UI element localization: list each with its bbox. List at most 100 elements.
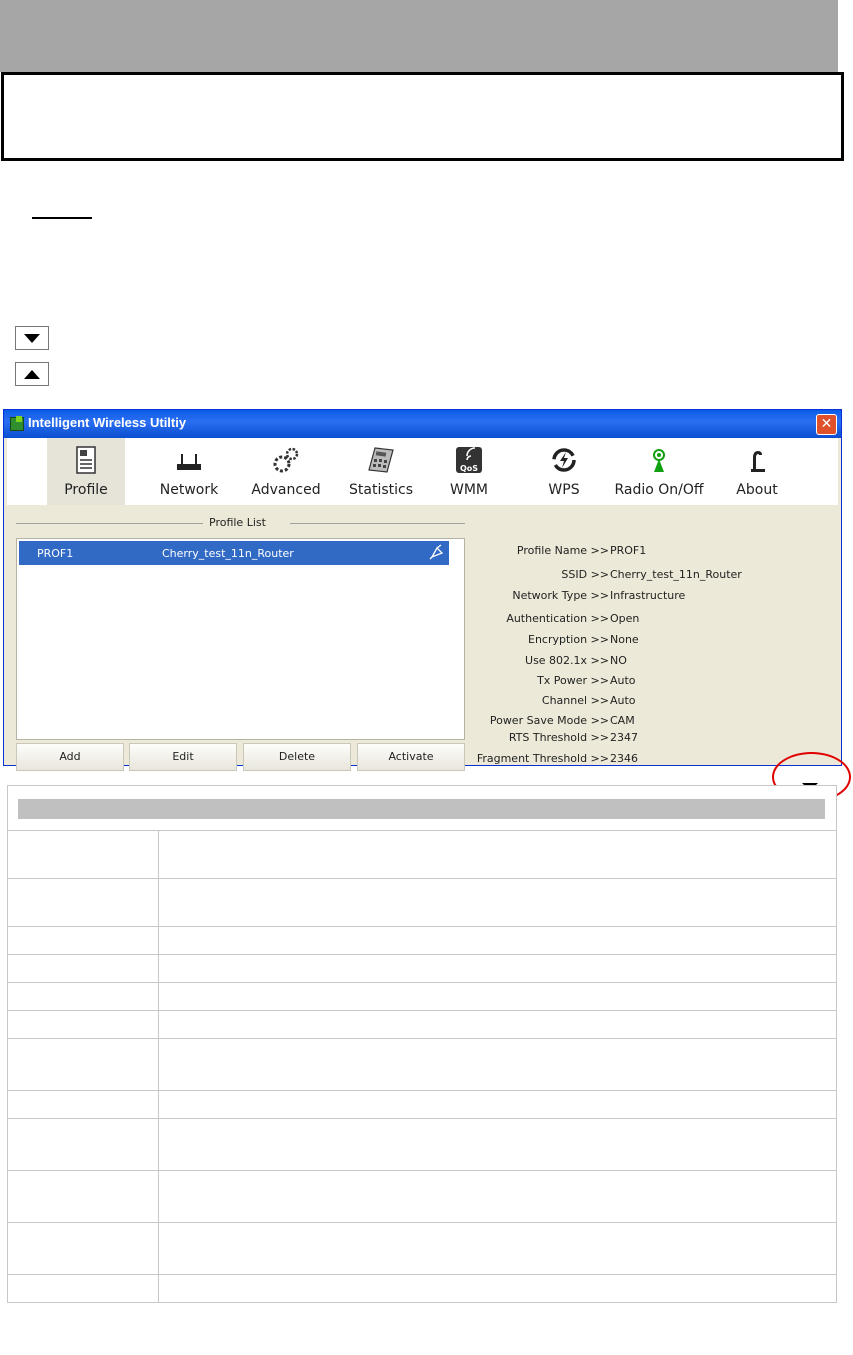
close-button[interactable]: ✕ (816, 414, 837, 435)
header-band (0, 0, 838, 72)
detail-label: Channel >> (541, 694, 609, 707)
delete-button[interactable]: Delete (243, 743, 351, 771)
table-cell (158, 1118, 837, 1171)
toolbar-radio[interactable]: Radio On/Off (611, 438, 707, 505)
table-cell (7, 830, 159, 879)
toolbar-profile[interactable]: Profile (47, 438, 125, 505)
table-row (7, 1118, 837, 1171)
table-cell (158, 954, 837, 983)
toolbar-label: Radio On/Off (614, 482, 704, 498)
detail-value: Auto (610, 674, 636, 687)
table-row (7, 1090, 837, 1119)
activate-button[interactable]: Activate (357, 743, 465, 771)
detail-value: CAM (610, 714, 635, 727)
toolbar-label: WPS (548, 482, 580, 498)
table-cell (7, 1090, 159, 1119)
toolbar-advanced[interactable]: Advanced (243, 438, 329, 505)
wmm-icon: QoS (456, 447, 482, 473)
detail-label: Use 802.1x >> (525, 654, 609, 667)
edit-button[interactable]: Edit (129, 743, 237, 771)
toolbar-about[interactable]: About (727, 438, 787, 505)
table-cell (7, 878, 159, 927)
table-cell (158, 1170, 837, 1223)
table-cell (7, 954, 159, 983)
profile-ssid-cell: Cherry_test_11n_Router (162, 547, 294, 560)
detail-value: PROF1 (610, 544, 647, 557)
detail-value: 2347 (610, 731, 638, 744)
table-cell (158, 1274, 837, 1303)
table-row (7, 1170, 837, 1223)
table-header-bar (18, 799, 825, 819)
table-row (7, 878, 837, 927)
table-cell (158, 878, 837, 927)
table-cell (158, 1222, 837, 1275)
radio-icon (653, 449, 665, 472)
table-row (7, 926, 837, 955)
detail-label: Authentication >> (506, 612, 609, 625)
table-cell (7, 1274, 159, 1303)
group-divider-left (16, 523, 203, 524)
table-cell (158, 926, 837, 955)
detail-value: Auto (610, 694, 636, 707)
table-row (7, 1038, 837, 1091)
table-cell (158, 1038, 837, 1091)
table-cell (7, 982, 159, 1011)
detail-value: NO (610, 654, 627, 667)
toolbar-label: Advanced (251, 482, 321, 498)
detail-label: Tx Power >> (537, 674, 609, 687)
chevron-down-icon (24, 334, 40, 343)
advanced-icon (273, 447, 299, 473)
detail-label: Fragment Threshold >> (476, 752, 609, 765)
detail-label: Encryption >> (528, 633, 609, 646)
group-divider-right (290, 523, 465, 524)
toolbar-statistics[interactable]: Statistics (341, 438, 421, 505)
expand-down-button[interactable] (15, 326, 49, 350)
detail-value: Open (610, 612, 640, 625)
table-cell (7, 1170, 159, 1223)
table-row (7, 982, 837, 1011)
toolbar-network[interactable]: Network (150, 438, 228, 505)
svg-text:QoS: QoS (460, 464, 478, 473)
active-connection-icon (429, 544, 444, 560)
detail-value: Cherry_test_11n_Router (610, 568, 742, 581)
table-row (7, 954, 837, 983)
about-icon (751, 451, 765, 472)
title-box (1, 72, 844, 161)
toolbar-wmm[interactable]: QoS WMM (439, 438, 499, 505)
table-cell (7, 1222, 159, 1275)
add-button[interactable]: Add (16, 743, 124, 771)
chevron-up-icon (24, 370, 40, 379)
detail-value: 2346 (610, 752, 638, 765)
toolbar-label: Network (159, 482, 219, 498)
table-cell (158, 830, 837, 879)
toolbar-label: Profile (64, 482, 108, 498)
table-cell (158, 1010, 837, 1039)
detail-label: Network Type >> (512, 589, 609, 602)
section-heading-underline (32, 217, 92, 219)
table-cell (7, 1010, 159, 1039)
detail-label: Profile Name >> (516, 544, 609, 557)
app-window: Intelligent Wireless Utiltiy ✕ Profile N… (3, 409, 842, 791)
description-table (7, 785, 837, 1303)
profile-icon (76, 446, 96, 474)
wps-icon (552, 448, 576, 472)
list-item[interactable]: PROF1 Cherry_test_11n_Router (19, 541, 449, 565)
table-row (7, 830, 837, 879)
detail-value: Infrastructure (610, 589, 686, 602)
collapse-up-button[interactable] (15, 362, 49, 386)
table-row (7, 1010, 837, 1039)
detail-label: SSID >> (561, 568, 609, 581)
table-row (7, 1222, 837, 1275)
table-cell (158, 1090, 837, 1119)
detail-value: None (610, 633, 639, 646)
profile-list[interactable]: PROF1 Cherry_test_11n_Router (16, 538, 465, 740)
app-icon (10, 416, 24, 431)
table-cell (7, 1038, 159, 1091)
table-cell (7, 1118, 159, 1171)
profile-name-cell: PROF1 (37, 547, 74, 560)
window-title: Intelligent Wireless Utiltiy (28, 415, 187, 430)
table-cell (7, 926, 159, 955)
toolbar-wps[interactable]: WPS (533, 438, 595, 505)
table-row (7, 1274, 837, 1303)
main-toolbar: Profile Network Advanced Statistics QoS … (7, 438, 838, 505)
